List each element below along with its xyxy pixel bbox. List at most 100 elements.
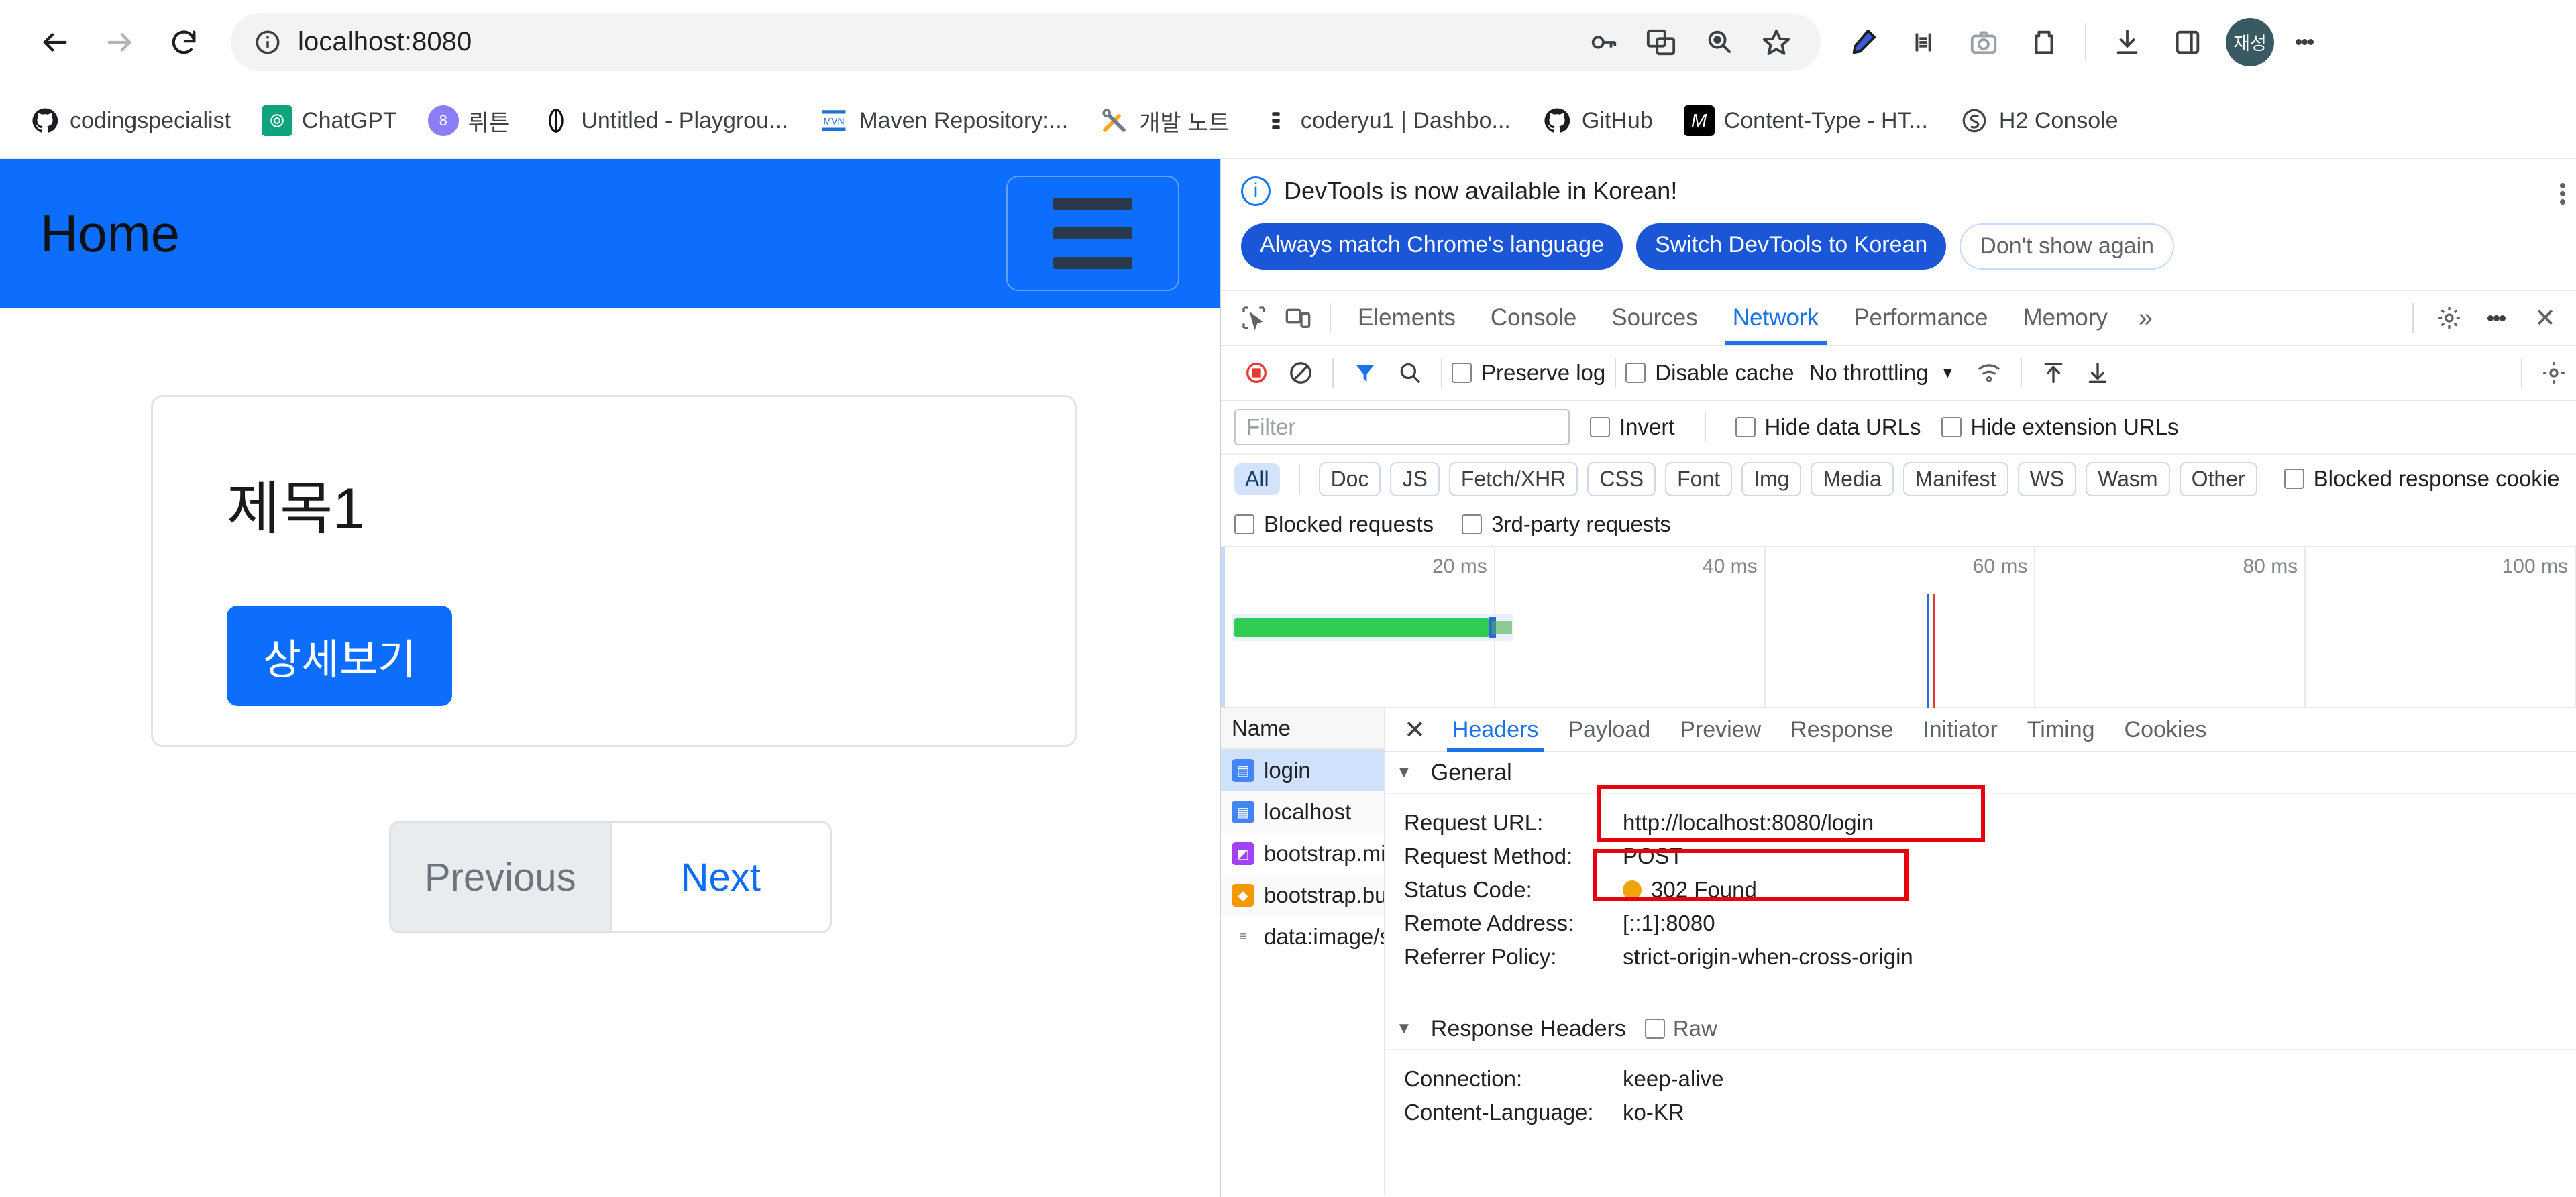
- type-filter-manifest[interactable]: Manifest: [1902, 461, 2008, 496]
- filter-icon[interactable]: [1343, 351, 1387, 395]
- third-party-requests-checkbox[interactable]: 3rd-party requests: [1462, 512, 1671, 537]
- detail-tab-timing[interactable]: Timing: [2012, 707, 2110, 752]
- request-name: login: [1264, 758, 1311, 783]
- bookmark-item[interactable]: H2 Console: [1945, 99, 2132, 143]
- close-devtools-icon[interactable]: ✕: [2521, 303, 2569, 333]
- address-bar[interactable]: localhost:8080: [231, 13, 1821, 71]
- request-detail-pane: ✕ Headers Payload Preview Response Initi…: [1385, 708, 2576, 1195]
- detail-tab-preview[interactable]: Preview: [1665, 707, 1776, 752]
- detail-tab-response[interactable]: Response: [1776, 707, 1908, 752]
- tab-console[interactable]: Console: [1473, 290, 1594, 345]
- network-settings-gear-icon[interactable]: [2532, 351, 2576, 395]
- devtools-kebab-icon[interactable]: [2475, 289, 2517, 347]
- record-stop-icon[interactable]: [1234, 351, 1279, 395]
- password-key-icon[interactable]: [1576, 15, 1630, 69]
- bookmark-item[interactable]: codingspecialist: [16, 99, 244, 143]
- bookmark-item[interactable]: GitHub: [1528, 99, 1666, 143]
- request-row-bootstrap-bundle[interactable]: ◆ bootstrap.bu...: [1221, 874, 1384, 916]
- invert-checkbox[interactable]: Invert: [1590, 414, 1675, 440]
- downloads-icon[interactable]: [2098, 13, 2156, 71]
- request-row-localhost[interactable]: ▤ localhost: [1221, 791, 1384, 833]
- import-har-icon[interactable]: [2031, 351, 2076, 395]
- disable-cache-label: Disable cache: [1655, 360, 1794, 385]
- gear-icon[interactable]: [2427, 296, 2471, 340]
- type-filter-js[interactable]: JS: [1390, 461, 1440, 496]
- detail-tab-initiator[interactable]: Initiator: [1908, 707, 2012, 752]
- hide-extension-urls-checkbox[interactable]: Hide extension URLs: [1941, 414, 2179, 440]
- translate-icon[interactable]: [1634, 15, 1688, 69]
- tab-performance[interactable]: Performance: [1836, 290, 2005, 345]
- next-page-button[interactable]: Next: [609, 823, 830, 931]
- type-filter-wasm[interactable]: Wasm: [2086, 461, 2170, 496]
- preserve-log-checkbox[interactable]: Preserve log: [1452, 360, 1605, 386]
- dont-show-again-button[interactable]: Don't show again: [1960, 223, 2175, 270]
- type-filter-ws[interactable]: WS: [2017, 461, 2077, 496]
- screenshot-camera-icon[interactable]: [1955, 13, 2012, 71]
- type-filter-doc[interactable]: Doc: [1318, 461, 1381, 496]
- clear-icon[interactable]: [1279, 351, 1323, 395]
- hamburger-menu-icon[interactable]: [1006, 176, 1179, 291]
- request-row-login[interactable]: ▤ login: [1221, 750, 1384, 791]
- blocked-requests-checkbox[interactable]: Blocked requests: [1234, 512, 1434, 537]
- bookmark-item[interactable]: coderyu1 | Dashbo...: [1247, 99, 1524, 143]
- raw-toggle[interactable]: Raw: [1644, 1016, 1717, 1041]
- filter-input[interactable]: Filter: [1234, 409, 1570, 445]
- hide-data-urls-checkbox[interactable]: Hide data URLs: [1735, 414, 1921, 440]
- bookmark-item[interactable]: MVN Maven Repository:...: [805, 99, 1081, 143]
- more-tabs-icon[interactable]: »: [2125, 304, 2166, 333]
- site-info-icon[interactable]: [248, 23, 287, 62]
- bookmark-item[interactable]: ChatGPT: [248, 99, 411, 143]
- type-filter-img[interactable]: Img: [1741, 461, 1802, 496]
- export-har-icon[interactable]: [2076, 351, 2120, 395]
- side-panel-icon[interactable]: [2159, 13, 2216, 71]
- previous-page-button[interactable]: Previous: [391, 823, 610, 931]
- bookmark-star-icon[interactable]: [1750, 15, 1803, 69]
- disable-cache-checkbox[interactable]: Disable cache: [1625, 360, 1794, 386]
- tab-network[interactable]: Network: [1715, 290, 1836, 345]
- request-row-bootstrap-min[interactable]: ◩ bootstrap.mi...: [1221, 833, 1384, 874]
- detail-view-button[interactable]: 상세보기: [227, 606, 453, 706]
- tab-sources[interactable]: Sources: [1594, 290, 1715, 345]
- avatar[interactable]: 재성: [2226, 17, 2274, 66]
- response-headers-section-header[interactable]: ▼ Response Headers Raw: [1385, 1009, 2576, 1050]
- detail-tab-cookies[interactable]: Cookies: [2110, 707, 2222, 752]
- pen-highlighter-icon[interactable]: [1834, 13, 1892, 71]
- bookmark-item[interactable]: 8 뤼튼: [415, 98, 524, 144]
- request-list-header[interactable]: Name: [1221, 708, 1384, 750]
- search-zoom-icon[interactable]: [1692, 15, 1746, 69]
- device-toolbar-icon[interactable]: [1276, 296, 1320, 340]
- maven-icon: MVN: [818, 105, 850, 136]
- request-row-data-image[interactable]: ≡ data:image/s...: [1221, 916, 1384, 958]
- svg-text:MVN: MVN: [824, 115, 845, 126]
- network-timeline-overview[interactable]: 20 ms 40 ms 60 ms 80 ms 100 ms: [1221, 547, 2576, 708]
- network-conditions-icon[interactable]: [1967, 351, 2011, 395]
- tab-memory[interactable]: Memory: [2005, 290, 2125, 345]
- back-button[interactable]: [23, 10, 87, 74]
- notice-kebab-icon[interactable]: [2560, 180, 2565, 207]
- reload-button[interactable]: [152, 10, 216, 74]
- type-filter-media[interactable]: Media: [1811, 461, 1894, 496]
- forward-button[interactable]: [87, 10, 152, 74]
- search-icon[interactable]: [1387, 351, 1432, 395]
- type-filter-other[interactable]: Other: [2179, 461, 2257, 496]
- detail-tab-payload[interactable]: Payload: [1553, 707, 1665, 752]
- detail-tab-headers[interactable]: Headers: [1438, 707, 1554, 752]
- bookmark-item[interactable]: 개발 노트: [1085, 98, 1243, 144]
- extension-puzzle-icon[interactable]: [1894, 13, 1952, 71]
- extensions-icon[interactable]: [2015, 13, 2073, 71]
- type-filter-all[interactable]: All: [1234, 463, 1280, 495]
- bookmark-item[interactable]: M Content-Type - HT...: [1670, 99, 1941, 143]
- always-match-language-button[interactable]: Always match Chrome's language: [1241, 223, 1623, 270]
- chrome-menu-icon[interactable]: [2284, 13, 2325, 71]
- blocked-response-cookies-checkbox[interactable]: Blocked response cookie: [2284, 466, 2560, 492]
- switch-to-korean-button[interactable]: Switch DevTools to Korean: [1635, 223, 1947, 270]
- type-filter-font[interactable]: Font: [1665, 461, 1733, 496]
- bookmark-label: H2 Console: [1998, 107, 2118, 133]
- type-filter-css[interactable]: CSS: [1587, 461, 1656, 496]
- type-filter-fetch-xhr[interactable]: Fetch/XHR: [1448, 461, 1578, 496]
- inspect-element-icon[interactable]: [1232, 296, 1276, 340]
- bookmark-item[interactable]: Untitled - Playgrou...: [527, 99, 801, 143]
- throttling-select[interactable]: No throttling ▼: [1809, 360, 1955, 386]
- close-detail-icon[interactable]: ✕: [1392, 715, 1438, 745]
- tab-elements[interactable]: Elements: [1340, 290, 1473, 345]
